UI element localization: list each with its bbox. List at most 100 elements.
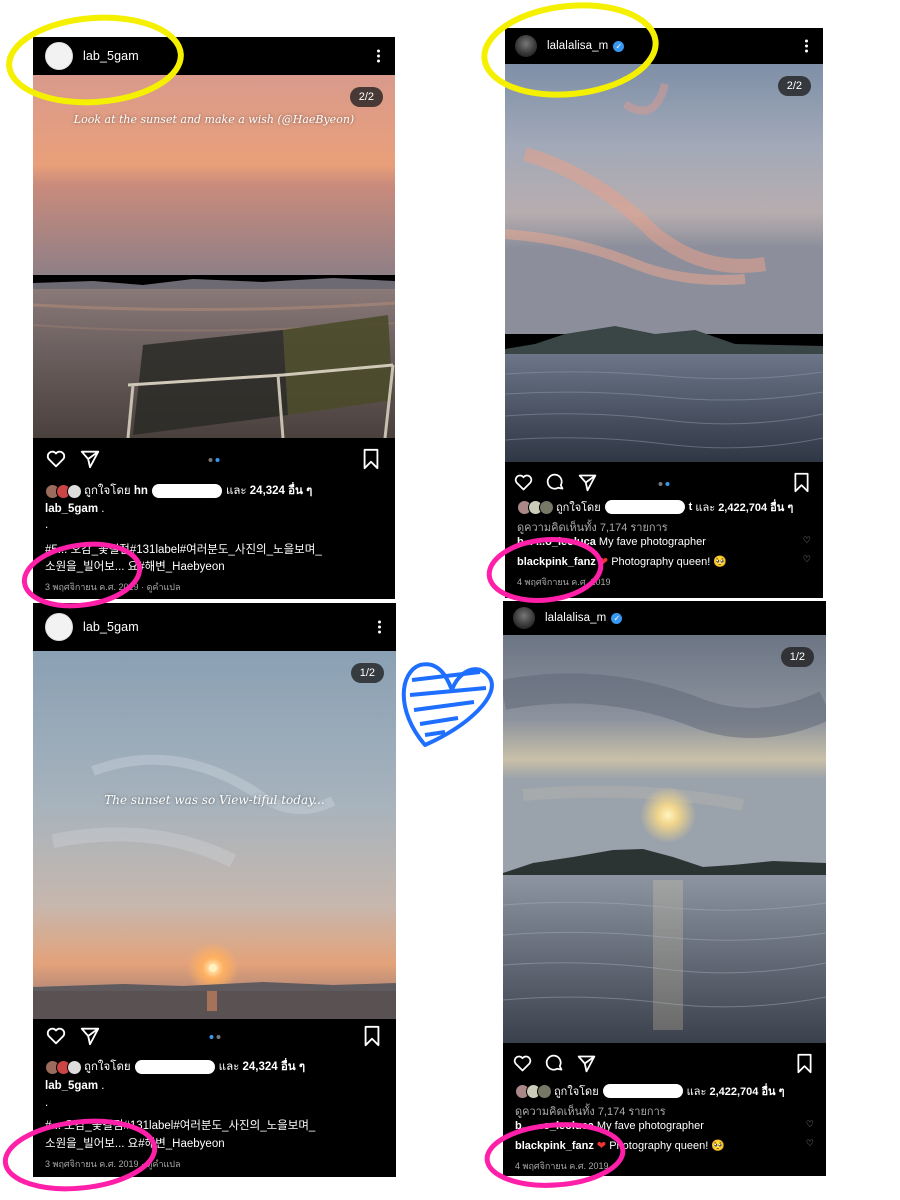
redaction (604, 500, 685, 514)
comment-user[interactable]: b... ...o_leoluca (515, 1120, 594, 1132)
comment-2: blackpink_fanz ❤ Photography queen! 🥺 (515, 1140, 726, 1152)
caption-hashtags-1: #5... 오감_꽃길점#131label#여러분도_사진의_노을보며_ (45, 544, 322, 556)
post-lab-5gam-sunset-chairs: lab_5gam 2/2 Look at the sunset and make… (33, 37, 395, 599)
caption-username: lab_5gam . (45, 1080, 388, 1092)
comment-icon[interactable] (544, 1053, 565, 1074)
action-bar (503, 1049, 826, 1079)
post-photo[interactable]: 1/2 The sunset was so View-tiful today..… (33, 651, 396, 1019)
comment-user[interactable]: blackpink_fanz (515, 1140, 594, 1152)
post-header: lab_5gam (33, 37, 395, 75)
avatar[interactable] (513, 607, 535, 629)
heart-icon[interactable] (45, 1025, 67, 1047)
likes-suffix: และ (686, 1086, 707, 1098)
likes-count: 24,324 อื่น ๆ (242, 1061, 306, 1073)
comment-user[interactable]: b... ...o_leoluca (517, 536, 596, 548)
share-icon[interactable] (79, 1025, 101, 1047)
likes-count: 2,422,704 อื่น ๆ (718, 502, 794, 514)
likes-line[interactable]: ถูกใจโดย และ 24,324 อื่น ๆ (45, 1058, 388, 1076)
comment-text: My fave photographer (596, 1120, 704, 1132)
translate-link[interactable]: · ดูคำแปล (141, 582, 180, 592)
redaction (151, 484, 222, 498)
share-icon[interactable] (79, 448, 101, 470)
post-date: 3 พฤศจิกายน ค.ศ. 2019 · ดูคำแปล (45, 1157, 388, 1171)
bookmark-icon[interactable] (792, 472, 811, 493)
share-icon[interactable] (576, 1053, 597, 1074)
username[interactable]: lalalalisa_m (547, 40, 608, 52)
heart-icon[interactable] (45, 448, 67, 470)
caption-user[interactable]: lab_5gam (45, 503, 98, 515)
avatar[interactable] (45, 42, 73, 70)
more-options-icon[interactable] (377, 48, 381, 65)
likes-prefix: ถูกใจโดย (84, 1061, 131, 1073)
username[interactable]: lab_5gam (83, 49, 139, 63)
comment-text: Photography queen! 🥺 (609, 1140, 726, 1152)
carousel-counter: 2/2 (349, 87, 383, 107)
comment-user[interactable]: blackpink_fanz (517, 556, 596, 568)
caption-dot: . (101, 503, 105, 515)
redaction (134, 1060, 215, 1074)
post-photo[interactable]: 1/2 (503, 635, 826, 1043)
comment-heart-icon[interactable]: ♡ (803, 536, 811, 546)
likes-suffix: และ (225, 485, 247, 497)
comment-2: blackpink_fanz ❤ Photography queen! 🥺 (517, 556, 728, 568)
more-options-icon[interactable] (378, 619, 382, 636)
post-date: 4 พฤศจิกายน ค.ศ. 2019 (515, 1161, 609, 1171)
verified-badge-icon: ✓ (611, 612, 623, 624)
likes-prefix: ถูกใจโดย (554, 1086, 599, 1098)
comment-heart-icon[interactable]: ♡ (806, 1139, 814, 1149)
action-bar (33, 444, 395, 474)
likes-prefix: ถูกใจโดย (84, 485, 131, 497)
liker-avatars (515, 1083, 552, 1099)
caption-hashtags-2: 소원을_빌어보... 요#해변_Haebyeon (45, 561, 225, 573)
bookmark-icon[interactable] (361, 448, 381, 470)
caption-dot: . (101, 1080, 105, 1092)
view-all-comments[interactable]: ดูความคิดเห็นทั้ง 7,174 รายการ (515, 1102, 818, 1120)
photo-overlay-text: Look at the sunset and make a wish (@Hae… (73, 113, 355, 126)
comment-1: b... ...o_leoluca My fave photographer (517, 536, 815, 548)
heart-icon[interactable] (512, 1053, 533, 1074)
post-date: 3 พฤศจิกายน ค.ศ. 2019 · ดูคำแปล (45, 580, 387, 594)
comment-heart-icon[interactable]: ♡ (803, 555, 811, 565)
comment-heart-icon[interactable]: ♡ (806, 1120, 814, 1130)
carousel-counter: 1/2 (780, 647, 814, 667)
post-header: lab_5gam (33, 603, 396, 651)
blue-heart-doodle (401, 662, 494, 747)
caption-hashtags-2: 소원을_빌어보... 요#해변_Haebyeon (45, 1138, 225, 1150)
username[interactable]: lalalalisa_m (545, 612, 606, 624)
carousel-counter: 2/2 (777, 76, 811, 96)
carousel-pager (658, 482, 670, 486)
comment-text: My fave photographer (598, 536, 706, 548)
caption-username: lab_5gam . (45, 503, 387, 515)
redaction (602, 1084, 683, 1098)
avatar[interactable] (45, 613, 73, 641)
post-header: lalalalisa_m ✓ (503, 601, 826, 635)
carousel-pager (208, 458, 220, 462)
action-bar (33, 1021, 396, 1051)
bookmark-icon[interactable] (795, 1053, 814, 1074)
liker-avatars (45, 1059, 82, 1075)
translate-link[interactable]: · ดูคำแปล (141, 1159, 180, 1169)
caption-user[interactable]: lab_5gam (45, 1080, 98, 1092)
more-options-icon[interactable] (805, 38, 809, 55)
likes-suffix: และ (695, 502, 716, 514)
share-icon[interactable] (577, 472, 598, 493)
bookmark-icon[interactable] (362, 1025, 382, 1047)
username[interactable]: lab_5gam (83, 620, 139, 634)
post-photo[interactable]: 2/2 (505, 64, 823, 462)
likes-count: 24,324 อื่น ๆ (249, 485, 313, 497)
post-photo[interactable]: 2/2 Look at the sunset and make a wish (… (33, 75, 395, 438)
caption-dot: . (45, 1097, 49, 1109)
likes-line[interactable]: ถูกใจโดย hn และ 24,324 อื่น ๆ (45, 482, 387, 500)
comment-1: b... ...o_leoluca My fave photographer (515, 1120, 818, 1132)
action-bar (505, 468, 823, 498)
likes-line[interactable]: ถูกใจโดย t และ 2,422,704 อื่น ๆ (517, 498, 815, 516)
comment-icon[interactable] (545, 472, 566, 493)
post-header: lalalalisa_m ✓ (505, 28, 823, 64)
view-all-comments[interactable]: ดูความคิดเห็นทั้ง 7,174 รายการ (517, 518, 815, 536)
heart-icon[interactable] (513, 472, 534, 493)
liker-name: hn (133, 485, 148, 497)
likes-prefix: ถูกใจโดย (556, 502, 601, 514)
likes-line[interactable]: ถูกใจโดย และ 2,422,704 อื่น ๆ (515, 1082, 818, 1100)
caption-hashtags-1: #... 오감_꽃길점#131label#여러분도_사진의_노을보며_ (45, 1120, 316, 1132)
avatar[interactable] (515, 35, 537, 57)
